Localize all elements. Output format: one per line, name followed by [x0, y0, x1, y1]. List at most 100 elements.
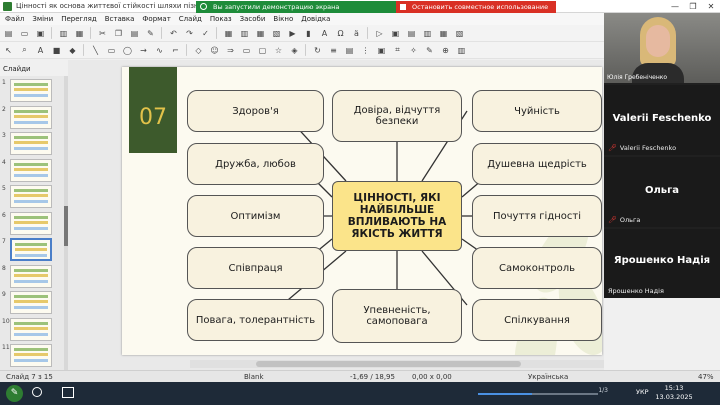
participant-tile[interactable]: Ольга 🎤︎ Ольга — [604, 157, 720, 227]
value-empathy[interactable]: Чуйність — [472, 90, 602, 132]
spellcheck-icon[interactable]: ✓ — [200, 28, 211, 39]
media-icon[interactable]: ▶ — [287, 28, 298, 39]
slide-canvas[interactable]: 07 Здоров'я Довіра, відчуття безпеки Чуй… — [122, 67, 602, 355]
value-friendship[interactable]: Дружба, любов — [187, 143, 324, 185]
flowchart-icon[interactable]: ▭ — [241, 45, 252, 56]
slide-thumbnail[interactable]: 3 — [2, 132, 62, 157]
copy-icon[interactable]: ❐ — [113, 28, 124, 39]
helplines-icon[interactable]: ▥ — [239, 28, 250, 39]
slide-thumbnail[interactable]: 4 — [2, 158, 62, 184]
arrow-line-icon[interactable]: → — [138, 45, 149, 56]
stop-share-button[interactable]: Остановить совместное использование — [396, 0, 556, 13]
rectangle-icon[interactable]: ▭ — [106, 45, 117, 56]
menu-format[interactable]: Формат — [142, 15, 170, 23]
zoom-level[interactable]: 47% — [698, 373, 714, 381]
slide-thumbnail[interactable]: 7 — [2, 238, 62, 263]
align-icon[interactable]: ≡ — [328, 45, 339, 56]
minimize-button[interactable]: — — [666, 0, 684, 13]
slide-thumbnail[interactable]: 1 — [2, 79, 62, 104]
maximize-button[interactable]: ❐ — [684, 0, 702, 13]
ellipse-icon[interactable]: ◯ — [122, 45, 133, 56]
start-show-icon[interactable]: ▷ — [374, 28, 385, 39]
3d-objects-icon[interactable]: ◈ — [289, 45, 300, 56]
keyboard-language[interactable]: УКР — [636, 388, 649, 396]
menu-edit[interactable]: Зміни — [32, 15, 53, 23]
menu-slideshow[interactable]: Показ — [210, 15, 232, 23]
curve-icon[interactable]: ∿ — [154, 45, 165, 56]
save-icon[interactable]: ▣ — [35, 28, 46, 39]
slide-thumbnail[interactable]: 2 — [2, 105, 62, 131]
toggle-extrusion-icon[interactable]: ▥ — [456, 45, 467, 56]
value-generosity[interactable]: Душевна щедрість — [472, 143, 602, 185]
language-status[interactable]: Українська — [528, 373, 568, 381]
new-icon[interactable]: ▤ — [3, 28, 14, 39]
menu-insert[interactable]: Вставка — [105, 15, 135, 23]
value-respect[interactable]: Повага, толерантність — [187, 299, 324, 341]
value-trust[interactable]: Довіра, відчуття безпеки — [332, 90, 462, 142]
paste-icon[interactable]: ▤ — [129, 28, 140, 39]
value-dignity[interactable]: Почуття гідності — [472, 195, 602, 237]
distribute-icon[interactable]: ⋮ — [360, 45, 371, 56]
block-arrows-icon[interactable]: ⇒ — [225, 45, 236, 56]
shadow-icon[interactable]: ▣ — [376, 45, 387, 56]
fontwork-icon[interactable]: ä — [351, 28, 362, 39]
line-color-icon[interactable]: ◆ — [67, 45, 78, 56]
close-button[interactable]: ✕ — [702, 0, 720, 13]
slide-add-icon[interactable]: ▤ — [406, 28, 417, 39]
clone-icon[interactable]: ✎ — [145, 28, 156, 39]
fill-color-icon[interactable]: ■ — [51, 45, 62, 56]
glue-icon[interactable]: ⊕ — [440, 45, 451, 56]
stars-icon[interactable]: ☆ — [273, 45, 284, 56]
line-icon[interactable]: ╲ — [90, 45, 101, 56]
slide-thumbnail[interactable]: 10 — [2, 317, 62, 343]
search-icon[interactable] — [32, 387, 42, 397]
menu-tools[interactable]: Засоби — [240, 15, 266, 23]
export-pdf-icon[interactable]: ▥ — [58, 28, 69, 39]
value-confidence[interactable]: Упевненість, самоповага — [332, 289, 462, 343]
crop-icon[interactable]: ⌗ — [392, 45, 403, 56]
textbox-icon[interactable]: A — [319, 28, 330, 39]
horizontal-scroll-thumb[interactable] — [256, 361, 521, 367]
callouts-icon[interactable]: ▢ — [257, 45, 268, 56]
participant-tile[interactable]: Valerii Feschenko 🎤︎ Valerii Feschenko — [604, 85, 720, 155]
task-view-icon[interactable] — [62, 387, 74, 398]
cut-icon[interactable]: ✂ — [97, 28, 108, 39]
menu-window[interactable]: Вікно — [273, 15, 293, 23]
symbol-shapes-icon[interactable]: ☺ — [209, 45, 220, 56]
chart-icon[interactable]: ▮ — [303, 28, 314, 39]
start-button[interactable]: ✎ — [6, 385, 23, 402]
self-video-tile[interactable]: Юлія Гребеніченко — [604, 13, 720, 83]
open-icon[interactable]: ▭ — [19, 28, 30, 39]
slide-thumbnail[interactable]: 5 — [2, 185, 62, 210]
select-icon[interactable]: ↖ — [3, 45, 14, 56]
central-values-box[interactable]: ЦІННОСТІ, ЯКІ НАЙБІЛЬШЕ ВПЛИВАЮТЬ НА ЯКІ… — [332, 181, 462, 251]
slide-thumbnail[interactable]: 6 — [2, 211, 62, 237]
grid-icon[interactable]: ▦ — [223, 28, 234, 39]
value-health[interactable]: Здоров'я — [187, 90, 324, 132]
slide-thumbnail[interactable]: 11 — [2, 344, 62, 369]
slide-dup-icon[interactable]: ▥ — [422, 28, 433, 39]
filter-icon[interactable]: ✧ — [408, 45, 419, 56]
participant-tile[interactable]: Ярошенко Надія Ярошенко Надія — [604, 229, 720, 298]
menu-view[interactable]: Перегляд — [61, 15, 97, 23]
menu-file[interactable]: Файл — [5, 15, 24, 23]
text-icon[interactable]: A — [35, 45, 46, 56]
clock[interactable]: 15:13 13.03.2025 — [654, 384, 694, 402]
rotate-icon[interactable]: ↻ — [312, 45, 323, 56]
arrange-icon[interactable]: ▤ — [344, 45, 355, 56]
connector-icon[interactable]: ⌐ — [170, 45, 181, 56]
special-char-icon[interactable]: Ω — [335, 28, 346, 39]
menu-slide[interactable]: Слайд — [179, 15, 202, 23]
image-icon[interactable]: ▧ — [271, 28, 282, 39]
value-cooperation[interactable]: Співпраця — [187, 247, 324, 289]
print-icon[interactable]: ▦ — [74, 28, 85, 39]
slide-thumbnail[interactable]: 9 — [2, 291, 62, 316]
menu-help[interactable]: Довідка — [301, 15, 330, 23]
basic-shapes-icon[interactable]: ◇ — [193, 45, 204, 56]
undo-icon[interactable]: ↶ — [168, 28, 179, 39]
slide-thumbnail[interactable]: 8 — [2, 264, 62, 290]
points-icon[interactable]: ✎ — [424, 45, 435, 56]
layout-icon[interactable]: ▧ — [454, 28, 465, 39]
table-icon[interactable]: ▦ — [255, 28, 266, 39]
value-optimism[interactable]: Оптимізм — [187, 195, 324, 237]
